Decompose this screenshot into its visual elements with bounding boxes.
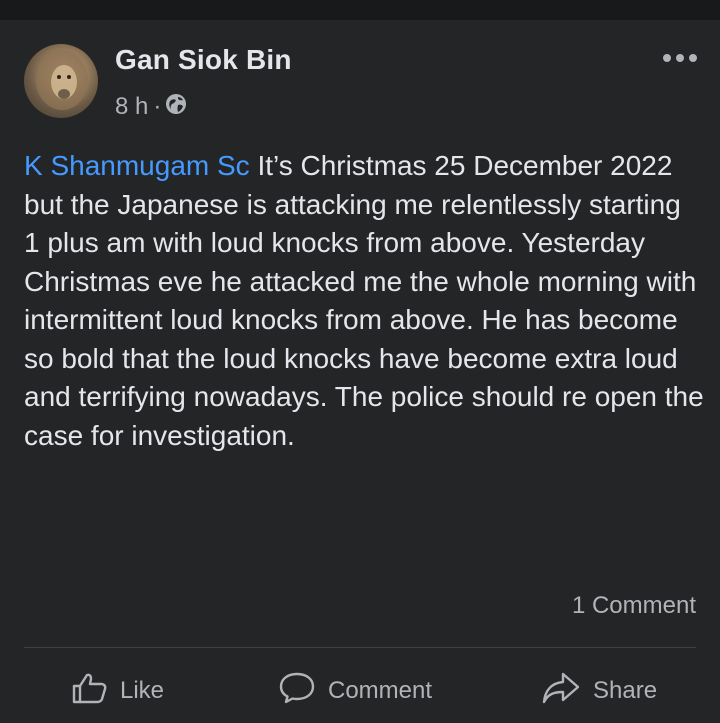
- comment-button[interactable]: Comment: [278, 671, 432, 711]
- avatar[interactable]: [24, 44, 98, 118]
- author-name[interactable]: Gan Siok Bin: [115, 44, 292, 76]
- more-options-icon[interactable]: [663, 51, 697, 65]
- share-label: Share: [593, 677, 658, 704]
- comment-label: Comment: [328, 677, 433, 704]
- divider: [24, 647, 696, 648]
- top-bar: [0, 0, 720, 20]
- meta-separator: ·: [153, 93, 162, 120]
- share-button[interactable]: Share: [541, 671, 657, 711]
- post-text: It’s Christmas 25 December 2022 but the …: [24, 150, 704, 451]
- comment-count[interactable]: 1 Comment: [572, 592, 696, 620]
- mention-link[interactable]: K Shanmugam Sc: [24, 150, 250, 181]
- post-meta: 8 h ·: [115, 92, 187, 122]
- globe-icon: [165, 93, 187, 122]
- post-card: Gan Siok Bin 8 h · K Shanmugam Sc It’s C…: [0, 20, 720, 723]
- share-arrow-icon: [541, 671, 593, 712]
- post-time[interactable]: 8 h: [115, 93, 148, 121]
- post-body: K Shanmugam Sc It’s Christmas 25 Decembe…: [24, 147, 704, 455]
- thumbs-up-icon: [72, 672, 120, 711]
- like-button[interactable]: Like: [72, 671, 164, 711]
- like-label: Like: [120, 677, 165, 704]
- comment-bubble-icon: [278, 671, 328, 712]
